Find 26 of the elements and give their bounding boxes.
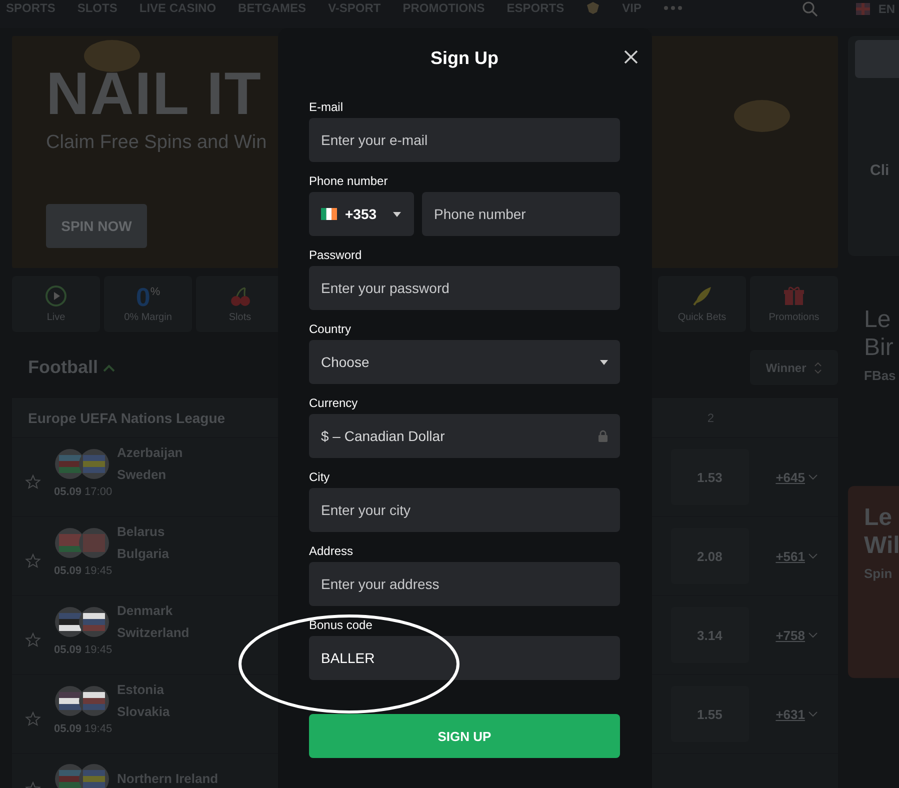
- field-label: Password: [309, 248, 362, 262]
- currency-field: $ – Canadian Dollar: [309, 414, 620, 458]
- field-label: Bonus code: [309, 618, 372, 632]
- phone-input-field[interactable]: Phone number: [422, 192, 620, 236]
- section-title[interactable]: Football: [28, 357, 98, 378]
- banner-subtitle: Claim Free Spins and Win: [46, 132, 267, 154]
- input-field[interactable]: Enter your e-mail: [309, 118, 620, 162]
- country-code-select[interactable]: +353: [309, 192, 414, 236]
- field-label: E-mail: [309, 100, 344, 114]
- input-field[interactable]: Enter your password: [309, 266, 620, 310]
- field-label: Country: [309, 322, 352, 336]
- dialog-title: Sign Up: [430, 48, 498, 68]
- field-label: Phone number: [309, 174, 388, 188]
- banner-title: NAIL IT: [46, 64, 262, 124]
- input-field[interactable]: Enter your city: [309, 488, 620, 532]
- sign-up-button[interactable]: SIGN UP: [309, 714, 620, 758]
- input-field[interactable]: BALLER: [309, 636, 620, 680]
- promo-text: Cli: [870, 162, 890, 179]
- input-field[interactable]: Enter your address: [309, 562, 620, 606]
- card-title: Bir: [864, 334, 894, 362]
- country-select[interactable]: Choose: [309, 340, 620, 384]
- field-label: Currency: [309, 396, 358, 410]
- field-label: City: [309, 470, 330, 484]
- field-label: Address: [309, 544, 354, 558]
- zero-percent-icon: 0%: [136, 285, 160, 307]
- card-title: Le: [864, 306, 891, 334]
